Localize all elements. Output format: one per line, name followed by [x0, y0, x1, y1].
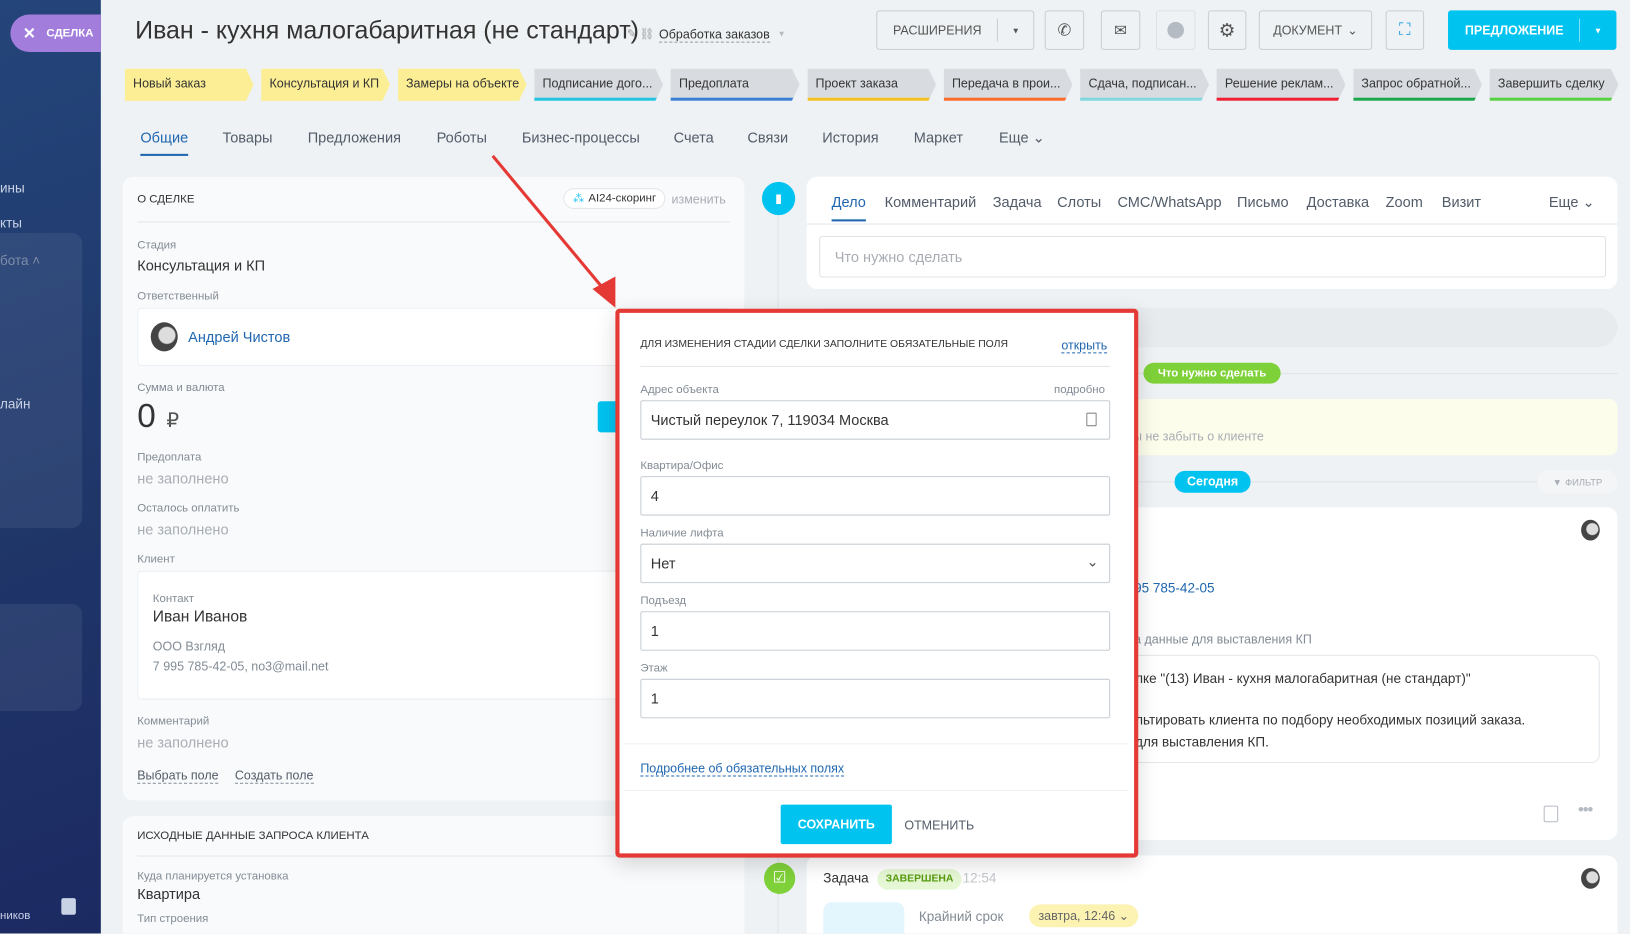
tab-item[interactable]: Еще ⌄: [999, 129, 1045, 147]
stage-item[interactable]: Подписание дого...: [534, 68, 664, 101]
tab-label: История: [822, 128, 879, 146]
tab-item[interactable]: Товары: [222, 129, 272, 146]
divider: [623, 790, 1129, 792]
tab-item[interactable]: Общие: [140, 128, 189, 156]
entrance-input[interactable]: 1: [640, 611, 1111, 651]
address-input[interactable]: Чистый переулок 7, 119034 Москва: [640, 400, 1111, 440]
stage-item[interactable]: Запрос обратной...: [1353, 68, 1483, 101]
stage-item[interactable]: Предоплата: [670, 68, 800, 101]
required-fields-popup: ДЛЯ ИЗМЕНЕНИЯ СТАДИИ СДЕЛКИ ЗАПОЛНИТЕ ОБ…: [615, 308, 1139, 858]
field-label: Адрес объекта: [640, 383, 719, 397]
tab-item[interactable]: Предложения: [308, 129, 401, 146]
open-link[interactable]: открыть: [1061, 338, 1108, 354]
field-label: Этаж: [640, 662, 668, 675]
tab-item[interactable]: Связи: [747, 129, 788, 146]
tab-label: Товары: [222, 128, 273, 146]
popup-title: ДЛЯ ИЗМЕНЕНИЯ СТАДИИ СДЕЛКИ ЗАПОЛНИТЕ ОБ…: [640, 338, 1008, 351]
save-button[interactable]: СОХРАНИТЬ: [780, 804, 892, 845]
tab-label: Роботы: [436, 128, 487, 146]
stage-item[interactable]: Сдача, подписан...: [1080, 68, 1210, 101]
floor-input[interactable]: 1: [640, 678, 1111, 719]
tab-item[interactable]: Счета: [674, 129, 714, 146]
more-info-link[interactable]: Подробнее об обязательных полях: [640, 761, 845, 777]
tab-label: Бизнес-процессы: [521, 128, 640, 146]
chevron-down-icon: ⌄: [1086, 553, 1099, 570]
divider: [623, 743, 1129, 745]
tab-item[interactable]: Роботы: [437, 129, 487, 146]
cancel-button[interactable]: ОТМЕНИТЬ: [904, 818, 974, 833]
tab-item[interactable]: История: [822, 129, 878, 146]
field-label: Подъезд: [640, 594, 687, 608]
stage-item[interactable]: Решение реклам...: [1216, 68, 1346, 101]
stage-item[interactable]: Новый заказ: [124, 68, 254, 101]
tab-label: Предложения: [307, 128, 401, 146]
tab-label: Связи: [747, 128, 789, 146]
stage-item[interactable]: Завершить сделку: [1489, 68, 1619, 101]
stage-item[interactable]: Передача в прои...: [943, 68, 1073, 101]
chevron-down-icon: ⌄: [1028, 128, 1045, 146]
stage-item[interactable]: Консультация и КП: [261, 68, 391, 101]
tab-label: Счета: [673, 128, 714, 146]
apartment-input[interactable]: 4: [640, 476, 1111, 516]
tab-label: Еще: [998, 128, 1029, 146]
tab-item[interactable]: Бизнес-процессы: [522, 129, 640, 146]
tab-item[interactable]: Маркет: [914, 129, 963, 146]
details-link[interactable]: подробно: [1054, 384, 1105, 396]
map-icon[interactable]: [1086, 412, 1097, 427]
field-label: Квартира/Офис: [640, 459, 724, 472]
tab-label: Маркет: [913, 128, 964, 146]
stage-item[interactable]: Замеры на объекте: [397, 68, 527, 101]
lift-select[interactable]: Нет ⌄: [640, 543, 1111, 584]
divider: [640, 365, 1111, 367]
field-label: Наличие лифта: [640, 527, 724, 540]
stage-item[interactable]: Проект заказа: [807, 68, 937, 101]
tab-label: Общие: [140, 128, 189, 146]
